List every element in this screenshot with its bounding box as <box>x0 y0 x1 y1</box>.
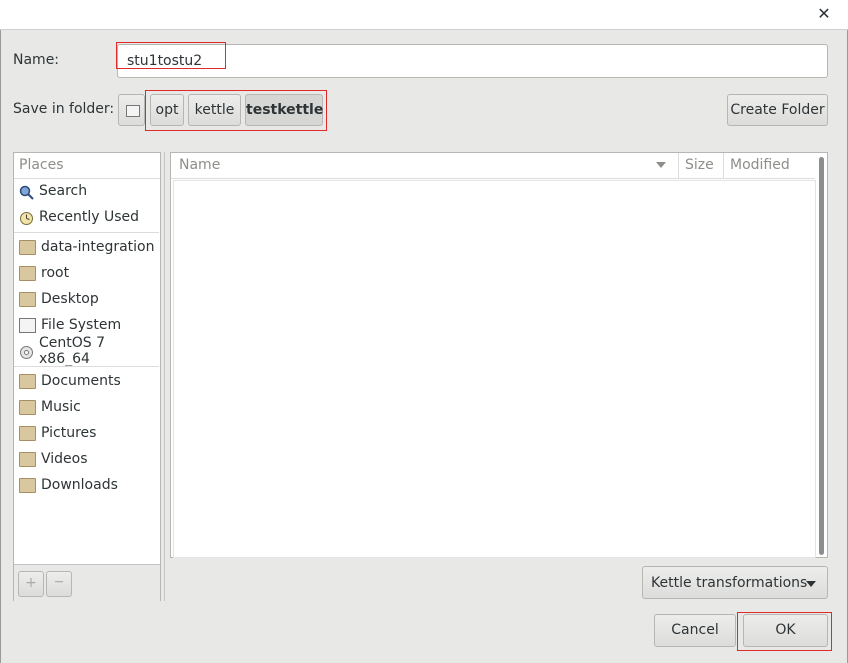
path-root-button[interactable] <box>118 94 145 126</box>
place-music[interactable]: Music <box>19 396 81 418</box>
desktop-folder-icon <box>19 291 36 307</box>
filter-value: Kettle transformations <box>651 575 808 591</box>
downloads-folder-icon <box>19 477 36 493</box>
place-desktop[interactable]: Desktop <box>19 288 99 310</box>
column-modified[interactable]: Modified <box>724 153 815 178</box>
places-toolbar: + — <box>14 564 160 601</box>
file-type-filter-dropdown[interactable]: Kettle transformations <box>642 566 828 599</box>
place-label: Documents <box>41 373 121 389</box>
sort-arrow-icon <box>656 162 666 168</box>
folder-icon <box>19 239 36 255</box>
place-label: Music <box>41 399 81 415</box>
place-label: Videos <box>41 451 88 467</box>
pane-separator[interactable] <box>164 152 165 601</box>
place-label: Recently Used <box>39 209 140 225</box>
place-documents[interactable]: Documents <box>19 370 121 392</box>
place-downloads[interactable]: Downloads <box>19 474 118 496</box>
music-folder-icon <box>19 399 36 415</box>
videos-folder-icon <box>19 451 36 467</box>
documents-folder-icon <box>19 373 36 389</box>
place-recently-used[interactable]: Recently Used <box>19 206 139 228</box>
place-label: Downloads <box>41 477 118 493</box>
column-name[interactable]: Name <box>171 153 679 178</box>
name-highlight-box <box>116 42 226 69</box>
place-root[interactable]: root <box>19 262 69 284</box>
close-icon[interactable]: ✕ <box>814 4 834 24</box>
column-name-label: Name <box>179 157 221 173</box>
place-label: root <box>41 265 70 281</box>
search-icon <box>19 185 34 200</box>
save-in-label: Save in folder: <box>13 101 115 117</box>
file-list-header: Name Size Modified <box>171 153 815 179</box>
place-data-integration[interactable]: data-integration <box>19 236 155 258</box>
place-label: CentOS 7 x86_64 <box>39 335 106 367</box>
place-label: data-integration <box>41 239 155 255</box>
places-separator <box>14 232 159 233</box>
remove-bookmark-button[interactable]: — <box>46 571 72 597</box>
drive-icon <box>19 317 36 333</box>
ok-highlight-box <box>737 612 832 651</box>
add-bookmark-button[interactable]: + <box>18 571 44 597</box>
chevron-down-icon <box>806 581 816 587</box>
title-bar <box>0 0 848 30</box>
disc-icon <box>19 345 34 359</box>
clock-icon <box>19 211 34 225</box>
file-list-body[interactable] <box>173 180 816 558</box>
cancel-button[interactable]: Cancel <box>654 614 736 647</box>
file-list[interactable]: Name Size Modified <box>170 152 828 558</box>
places-separator <box>14 366 159 367</box>
column-size[interactable]: Size <box>678 153 724 178</box>
path-highlight-box <box>145 90 327 131</box>
scrollbar-thumb[interactable] <box>819 157 824 555</box>
place-label: File System <box>41 317 122 333</box>
place-search[interactable]: Search <box>19 180 87 202</box>
places-sidebar: Places Search Recently Used data-integra… <box>13 152 161 601</box>
place-label: Pictures <box>41 425 97 441</box>
home-folder-icon <box>19 265 36 281</box>
places-header-row: Places <box>14 153 160 179</box>
place-file-system[interactable]: File System <box>19 314 121 336</box>
place-videos[interactable]: Videos <box>19 448 88 470</box>
place-label: Search <box>39 183 88 199</box>
column-size-label: Size <box>685 157 714 173</box>
name-label: Name: <box>13 52 60 68</box>
place-label: Desktop <box>41 291 99 307</box>
create-folder-button[interactable]: Create Folder <box>727 94 828 126</box>
pictures-folder-icon <box>19 425 36 441</box>
places-header: Places <box>19 157 64 173</box>
column-modified-label: Modified <box>730 157 790 173</box>
place-pictures[interactable]: Pictures <box>19 422 96 444</box>
place-centos[interactable]: CentOS 7 x86_64 <box>19 335 160 367</box>
drive-icon <box>126 105 140 117</box>
